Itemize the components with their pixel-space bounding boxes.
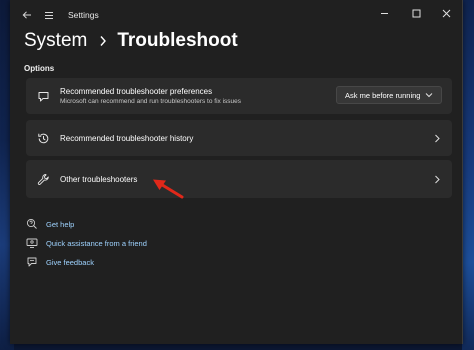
quick-assistance-link[interactable]: Quick assistance from a friend bbox=[26, 237, 147, 249]
maximize-button[interactable] bbox=[402, 4, 430, 22]
chevron-right-icon bbox=[432, 174, 442, 184]
preferences-subtitle: Microsoft can recommend and run troubles… bbox=[60, 98, 242, 105]
quick-assistance-label: Quick assistance from a friend bbox=[46, 238, 147, 248]
get-help-link[interactable]: Get help bbox=[26, 218, 74, 230]
get-help-label: Get help bbox=[46, 219, 75, 229]
title-bar: Settings bbox=[10, 0, 462, 30]
breadcrumb: System Troubleshoot bbox=[24, 30, 238, 52]
window-title: Settings bbox=[68, 10, 99, 20]
troubleshooter-history-card[interactable]: Recommended troubleshooter history bbox=[26, 120, 452, 156]
desktop-wallpaper-right bbox=[462, 0, 474, 350]
other-troubleshooters-title: Other troubleshooters bbox=[60, 175, 138, 184]
dropdown-selected-value: Ask me before running bbox=[345, 90, 421, 100]
maximize-icon bbox=[412, 9, 420, 17]
chat-bubble-icon bbox=[36, 89, 50, 103]
history-icon bbox=[36, 131, 50, 145]
chevron-down-icon bbox=[425, 93, 433, 98]
other-troubleshooters-card[interactable]: Other troubleshooters bbox=[26, 160, 452, 198]
page-title: Troubleshoot bbox=[117, 30, 238, 51]
preferences-title: Recommended troubleshooter preferences bbox=[60, 87, 213, 96]
breadcrumb-parent[interactable]: System bbox=[24, 30, 87, 52]
wrench-icon bbox=[36, 172, 50, 186]
preferences-dropdown[interactable]: Ask me before running bbox=[336, 86, 442, 104]
close-button[interactable] bbox=[432, 4, 460, 22]
minimize-icon bbox=[380, 12, 388, 14]
give-feedback-label: Give feedback bbox=[46, 257, 94, 267]
hamburger-menu-icon[interactable] bbox=[40, 6, 58, 24]
back-arrow-icon[interactable] bbox=[18, 6, 36, 24]
help-icon bbox=[26, 218, 38, 230]
history-title: Recommended troubleshooter history bbox=[60, 134, 194, 143]
give-feedback-link[interactable]: Give feedback bbox=[26, 256, 94, 268]
close-icon bbox=[442, 9, 450, 17]
feedback-icon bbox=[26, 256, 38, 268]
minimize-button[interactable] bbox=[370, 4, 398, 22]
section-heading-options: Options bbox=[24, 64, 55, 73]
annotation-arrow-icon bbox=[153, 179, 184, 199]
settings-window: Settings System Troubleshoot Options Rec… bbox=[10, 0, 463, 344]
breadcrumb-separator-icon bbox=[99, 35, 107, 47]
quick-assist-icon bbox=[26, 237, 38, 249]
chevron-right-icon bbox=[432, 133, 442, 143]
troubleshooter-preferences-card: Recommended troubleshooter preferences M… bbox=[26, 78, 452, 114]
